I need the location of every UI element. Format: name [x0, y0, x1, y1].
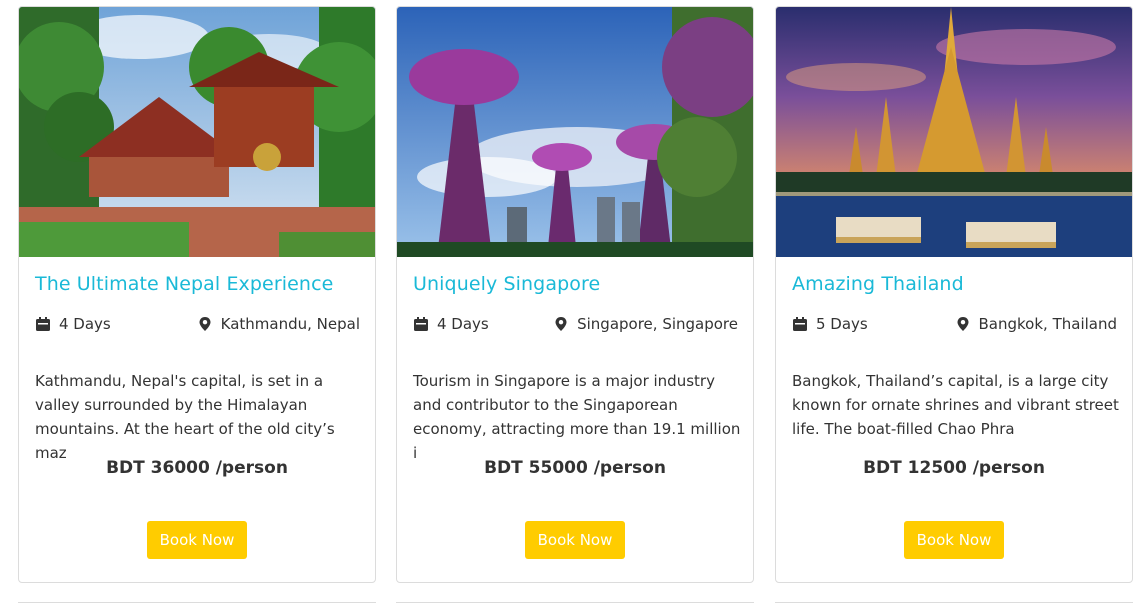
package-duration: 4 Days — [35, 315, 111, 333]
book-now-button[interactable]: Book Now — [904, 521, 1004, 559]
package-title[interactable]: The Ultimate Nepal Experience — [35, 273, 333, 295]
book-now-button[interactable]: Book Now — [147, 521, 247, 559]
package-description: Kathmandu, Nepal's capital, is set in a … — [35, 372, 335, 462]
bangkok-temple-photo[interactable] — [776, 7, 1132, 257]
book-now-button[interactable]: Book Now — [525, 521, 625, 559]
duration-label: 5 Days — [816, 315, 868, 333]
location-label: Bangkok, Thailand — [978, 315, 1117, 333]
package-location: Singapore, Singapore — [553, 315, 738, 333]
map-marker-icon — [553, 316, 569, 332]
package-location: Kathmandu, Nepal — [197, 315, 360, 333]
calendar-icon — [413, 316, 429, 332]
package-card-singapore: Uniquely Singapore 4 Days Singapore, Sin… — [396, 6, 754, 583]
package-description: Tourism in Singapore is a major industry… — [413, 372, 741, 462]
singapore-supertrees-photo[interactable] — [397, 7, 753, 257]
package-location: Bangkok, Thailand — [955, 315, 1117, 333]
package-title[interactable]: Amazing Thailand — [792, 273, 964, 295]
package-price: BDT 55000 /person — [484, 458, 666, 478]
location-label: Kathmandu, Nepal — [220, 315, 360, 333]
duration-label: 4 Days — [437, 315, 489, 333]
package-price: BDT 36000 /person — [106, 458, 288, 478]
package-duration: 5 Days — [792, 315, 868, 333]
map-marker-icon — [197, 316, 213, 332]
package-duration: 4 Days — [413, 315, 489, 333]
nepal-temple-photo[interactable] — [19, 7, 375, 257]
package-card-nepal: The Ultimate Nepal Experience 4 Days Kat… — [18, 6, 376, 583]
map-marker-icon — [955, 316, 971, 332]
package-title[interactable]: Uniquely Singapore — [413, 273, 600, 295]
package-description: Bangkok, Thailand’s capital, is a large … — [792, 372, 1119, 438]
duration-label: 4 Days — [59, 315, 111, 333]
package-card-thailand: Amazing Thailand 5 Days Bangkok, Thailan… — [775, 6, 1133, 583]
calendar-icon — [35, 316, 51, 332]
package-price: BDT 12500 /person — [863, 458, 1045, 478]
calendar-icon — [792, 316, 808, 332]
location-label: Singapore, Singapore — [577, 315, 738, 333]
